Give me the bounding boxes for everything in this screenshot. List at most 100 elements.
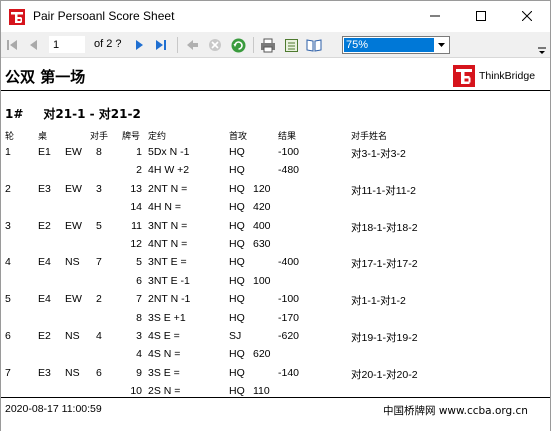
cell-opponent: 7 — [96, 256, 102, 269]
cell-opponent: 8 — [96, 146, 102, 158]
cell-lead: HQ — [229, 182, 245, 195]
refresh-icon — [231, 38, 245, 52]
cell-round: 5 — [5, 293, 11, 306]
print-button[interactable] — [259, 36, 277, 54]
header-round: 轮 — [5, 132, 15, 142]
cell-table: E3 — [38, 366, 51, 379]
stop-button[interactable] — [207, 36, 223, 54]
cell-contract: 4S E = — [148, 330, 180, 342]
cell-round: 4 — [5, 256, 11, 269]
layout-icon — [306, 38, 322, 52]
page-setup-button[interactable] — [282, 36, 300, 54]
cell-lead: HQ — [229, 219, 245, 232]
stop-icon — [209, 39, 221, 51]
cell-direction: NS — [65, 256, 80, 269]
cell-opponent: 3 — [96, 182, 102, 195]
cell-board: 1 — [136, 146, 142, 158]
cell-score-minus: -140 — [277, 366, 299, 379]
table-row: 7 E3 NS 6 9 3S E = HQ -140 对20-1-对20-2 — [1, 367, 550, 385]
cell-contract: 4H W +2 — [148, 164, 190, 177]
minimize-button[interactable] — [412, 1, 458, 31]
chevron-down-icon — [435, 38, 447, 52]
maximize-button[interactable] — [458, 1, 504, 31]
cell-board: 8 — [136, 311, 142, 324]
cell-lead: HQ — [229, 164, 245, 177]
refresh-button[interactable] — [230, 36, 246, 54]
close-button[interactable] — [504, 1, 550, 31]
cell-board: 3 — [136, 330, 142, 342]
table-row: 2 E3 EW 3 13 2NT N = HQ 120 对11-1-对11-2 — [1, 183, 550, 201]
cell-contract: 3NT N = — [148, 219, 188, 232]
table-row: 4 E4 NS 7 5 3NT E = HQ -400 对17-1-对17-2 — [1, 256, 550, 274]
cell-table: E1 — [38, 146, 51, 158]
report-page: 公双 第一场 ThinkBridge 1# 对21-1 - 对21-2 轮 桌 对… — [1, 59, 550, 431]
cell-lead: HQ — [229, 385, 245, 398]
report-toolbar: of 2 ? 75% — [1, 32, 550, 58]
cell-direction: EW — [65, 146, 82, 158]
minimize-icon — [430, 15, 440, 17]
cell-board: 5 — [136, 256, 142, 269]
page-number-input[interactable] — [49, 36, 85, 53]
first-page-button[interactable] — [5, 36, 19, 54]
cell-lead: SJ — [229, 330, 242, 342]
prev-page-button[interactable] — [27, 36, 41, 54]
cell-score-plus: 110 — [253, 385, 270, 398]
cell-board: 10 — [130, 385, 142, 398]
cell-score-minus: -170 — [277, 311, 299, 324]
header-lead: 首攻 — [229, 132, 248, 142]
cell-opponent-names: 对1-1-对1-2 — [351, 295, 406, 308]
cell-board: 2 — [136, 164, 142, 177]
cell-contract: 3S E +1 — [148, 311, 186, 324]
cell-contract: 2S N = — [148, 385, 181, 398]
cell-lead: HQ — [229, 274, 245, 287]
report-title: 公双 第一场 — [5, 68, 86, 86]
cell-score-plus: 630 — [253, 238, 271, 250]
cell-score-plus: 100 — [253, 274, 271, 287]
cell-contract: 4NT N = — [148, 238, 188, 250]
table-row: 10 2S N = HQ 110 — [1, 385, 550, 403]
table-row: 2 4H W +2 HQ -480 — [1, 164, 550, 182]
cell-direction: EW — [65, 219, 82, 232]
cell-table: E4 — [38, 293, 51, 306]
next-page-button[interactable] — [132, 36, 146, 54]
header-board: 牌号 — [122, 132, 141, 142]
cell-board: 9 — [136, 366, 142, 379]
cell-lead: HQ — [229, 238, 245, 250]
cell-lead: HQ — [229, 366, 245, 379]
cell-opponent-names: 对20-1-对20-2 — [351, 368, 418, 381]
cell-score-minus: -400 — [277, 256, 299, 269]
cell-score-plus: 120 — [253, 182, 271, 195]
header-contract: 定约 — [148, 132, 167, 142]
first-page-icon — [7, 40, 17, 50]
header-opponent: 对手 — [90, 132, 109, 142]
cell-lead: HQ — [229, 311, 245, 324]
table-row: 5 E4 EW 2 7 2NT N -1 HQ -100 对1-1-对1-2 — [1, 293, 550, 311]
window-title: Pair Persoanl Score Sheet — [33, 9, 175, 23]
cell-opponent: 2 — [96, 293, 102, 306]
cell-score-minus: -480 — [277, 164, 299, 177]
toolbar-overflow-button[interactable] — [537, 44, 547, 56]
table-row: 14 4H N = HQ 420 — [1, 201, 550, 219]
cell-opponent-names: 对18-1-对18-2 — [351, 221, 418, 234]
footer-site: 中国桥牌网 www.ccba.org.cn — [383, 405, 528, 417]
layout-button[interactable] — [305, 36, 323, 54]
cell-board: 7 — [136, 293, 142, 306]
cell-contract: 2NT N -1 — [148, 293, 191, 306]
thinkbridge-logo-icon — [453, 65, 475, 87]
back-button[interactable] — [184, 36, 200, 54]
header-result: 结果 — [278, 132, 297, 142]
cell-board: 14 — [130, 201, 142, 214]
table-row: 6 E2 NS 4 3 4S E = SJ -620 对19-1-对19-2 — [1, 330, 550, 348]
pair-heading: 1# 对21-1 - 对21-2 — [5, 105, 141, 122]
cell-round: 2 — [5, 182, 11, 195]
zoom-dropdown[interactable]: 75% — [342, 36, 450, 54]
last-page-button[interactable] — [153, 36, 169, 54]
cell-lead: HQ — [229, 146, 245, 158]
cell-board: 12 — [130, 238, 142, 250]
cell-score-plus: 620 — [253, 348, 271, 361]
cell-opponent-names: 对17-1-对17-2 — [351, 258, 418, 271]
cell-contract: 3NT E -1 — [148, 274, 190, 287]
cell-table: E4 — [38, 256, 51, 269]
cell-opponent: 6 — [96, 366, 102, 379]
cell-round: 3 — [5, 219, 11, 232]
